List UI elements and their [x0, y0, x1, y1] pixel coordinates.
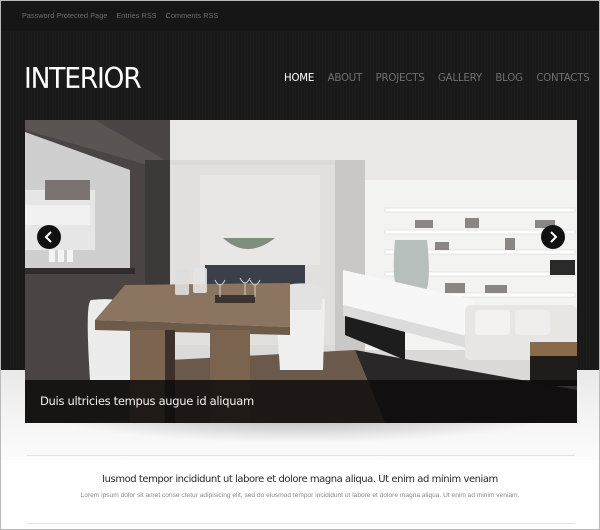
- entries-rss-link[interactable]: Entries RSS: [116, 11, 156, 20]
- chevron-left-icon: [44, 231, 52, 243]
- slide-caption-text: Duis ultricies tempus augue id aliquam: [40, 394, 254, 408]
- slide-image: [25, 120, 577, 423]
- top-bar: Password Protected Page Entries RSS Comm…: [1, 1, 599, 31]
- page: Password Protected Page Entries RSS Comm…: [1, 1, 599, 529]
- main-nav: HOME ABOUT PROJECTS GALLERY BLOG CONTACT…: [284, 73, 599, 84]
- divider-bottom: [27, 523, 575, 524]
- slider-prev-button[interactable]: [37, 225, 61, 249]
- nav-about[interactable]: ABOUT: [328, 73, 363, 84]
- top-links: Password Protected Page Entries RSS Comm…: [22, 11, 218, 20]
- content-body: Lorem ipsum dolor sit amet conse ctetur …: [80, 492, 520, 499]
- nav-gallery[interactable]: GALLERY: [438, 73, 482, 84]
- chevron-right-icon: [550, 231, 558, 243]
- slide-caption: Duis ultricies tempus augue id aliquam: [25, 380, 577, 423]
- nav-projects[interactable]: PROJECTS: [376, 73, 425, 84]
- site-logo[interactable]: INTERIOR: [24, 59, 142, 99]
- nav-blog[interactable]: BLOG: [495, 73, 523, 84]
- divider-top: [27, 455, 575, 456]
- comments-rss-link[interactable]: Comments RSS: [166, 11, 219, 20]
- password-protected-page-link[interactable]: Password Protected Page: [22, 11, 107, 20]
- content-headline: Iusmod tempor incididunt ut labore et do…: [102, 474, 498, 485]
- nav-home[interactable]: HOME: [284, 73, 314, 84]
- nav-contacts[interactable]: CONTACTS: [536, 73, 589, 84]
- slider-next-button[interactable]: [541, 225, 565, 249]
- image-slider[interactable]: Duis ultricies tempus augue id aliquam: [25, 120, 577, 423]
